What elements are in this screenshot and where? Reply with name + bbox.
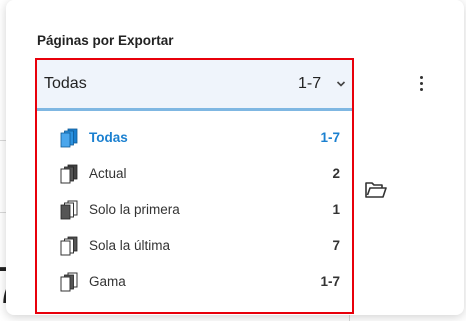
pages-dropdown: Todas 1-7 Todas 1-7 Actual 2 Solo la pri… <box>35 58 354 314</box>
option-label: Solo la primera <box>89 202 180 217</box>
export-screen: 7 Páginas por Exportar Todas 1-7 T <box>0 0 466 321</box>
background-divider <box>349 315 350 321</box>
option-range: 1-7 <box>320 274 340 289</box>
page-last-icon <box>60 236 78 256</box>
more-options-icon[interactable] <box>410 72 432 94</box>
pages-select-value: Todas <box>44 75 87 92</box>
page-first-icon <box>60 200 78 220</box>
pages-all-icon <box>60 128 78 148</box>
folder-open-icon[interactable] <box>364 180 388 200</box>
option-label: Todas <box>89 130 128 145</box>
option-first-page[interactable]: Solo la primera 1 <box>37 192 352 228</box>
pages-select[interactable]: Todas 1-7 <box>37 60 352 111</box>
pages-range-icon <box>60 272 78 292</box>
option-label: Gama <box>89 274 126 289</box>
option-label: Sola la última <box>89 238 171 253</box>
option-range: 7 <box>332 238 340 253</box>
option-range: 2 <box>332 166 340 181</box>
option-label: Actual <box>89 166 127 181</box>
option-last-page[interactable]: Sola la última 7 <box>37 228 352 264</box>
option-range: 1 <box>332 202 340 217</box>
chevron-down-icon <box>336 81 346 87</box>
panel-title: Páginas por Exportar <box>37 33 174 48</box>
option-range: 1-7 <box>320 130 340 145</box>
page-current-icon <box>60 164 78 184</box>
option-all-pages[interactable]: Todas 1-7 <box>37 120 352 156</box>
pages-select-range: 1-7 <box>298 75 322 92</box>
option-page-range[interactable]: Gama 1-7 <box>37 264 352 300</box>
option-current-page[interactable]: Actual 2 <box>37 156 352 192</box>
